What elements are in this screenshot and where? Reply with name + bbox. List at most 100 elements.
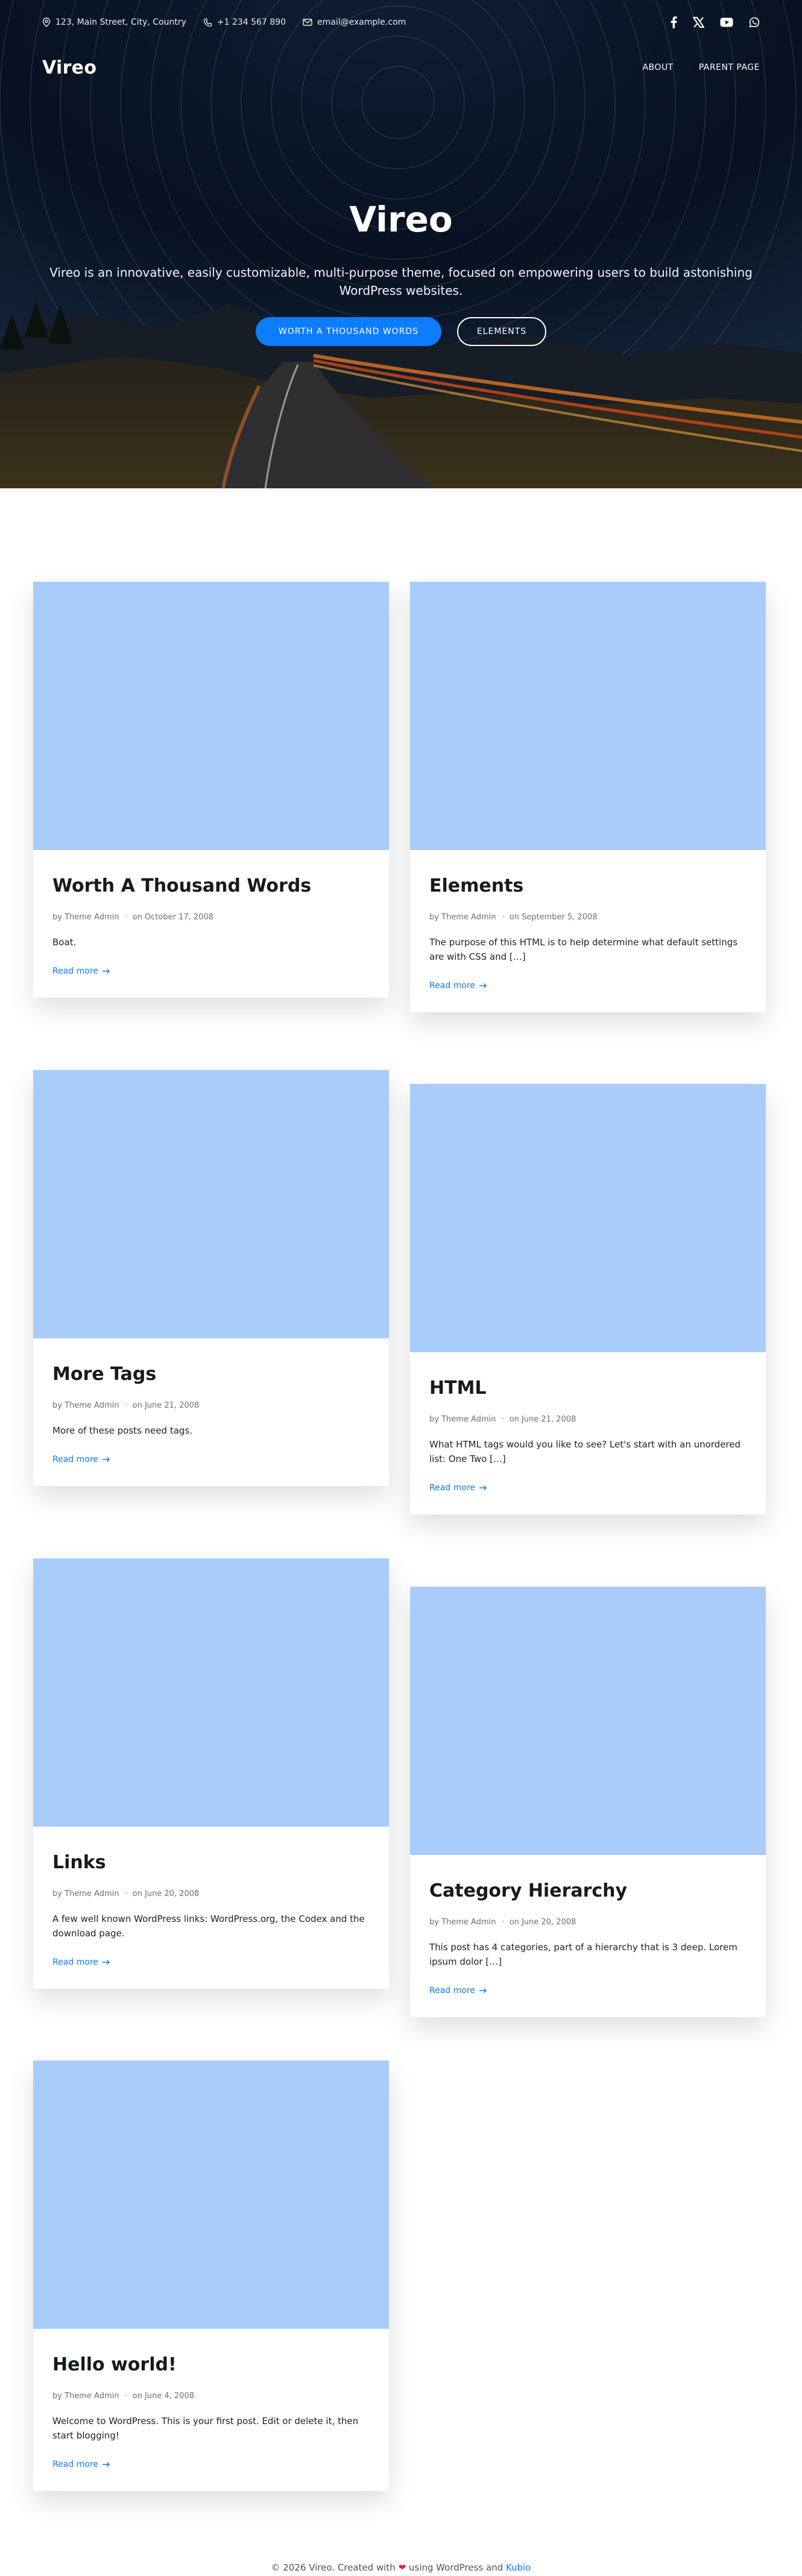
envelope-icon — [303, 19, 312, 26]
post-excerpt: This post has 4 categories, part of a hi… — [429, 1942, 737, 1967]
read-more-link[interactable]: Read more — [52, 2460, 370, 2469]
read-more-link[interactable]: Read more — [429, 981, 747, 990]
post-thumbnail[interactable] — [410, 582, 766, 850]
post-meta: by Theme Admin · on June 20, 2008 — [429, 1918, 576, 1927]
post-date[interactable]: on June 4, 2008 — [133, 2392, 194, 2401]
post-meta: by Theme Admin · on September 5, 2008 — [429, 913, 598, 922]
post-author[interactable]: by Theme Admin — [52, 913, 119, 922]
post-card: Elements by Theme Admin · on September 5, … — [410, 582, 766, 1012]
post-date[interactable]: on June 20, 2008 — [133, 1889, 200, 1898]
arrow-right-icon — [102, 1456, 110, 1463]
post-meta: by Theme Admin · on June 20, 2008 — [52, 1889, 200, 1898]
read-more-label: Read more — [52, 1957, 98, 1967]
footer-copyright: © 2026 Vireo. Created with — [271, 2562, 396, 2573]
main-menu: ABOUT PARENT PAGE — [642, 63, 760, 72]
post-thumbnail[interactable] — [33, 1558, 389, 1827]
post-thumbnail[interactable] — [33, 2061, 389, 2329]
read-more-label: Read more — [52, 1455, 98, 1464]
post-card: Links by Theme Admin · on June 20, 2008 A … — [33, 1558, 389, 1989]
arrow-right-icon — [102, 968, 110, 974]
post-meta: by Theme Admin · on June 21, 2008 — [52, 1401, 200, 1410]
read-more-link[interactable]: Read more — [52, 966, 370, 976]
read-more-label: Read more — [429, 1483, 475, 1493]
site-footer: © 2026 Vireo. Created with ❤ using WordP… — [0, 2562, 802, 2573]
post-excerpt: What HTML tags would you like to see? Le… — [429, 1439, 741, 1464]
contact-phone-text: +1 234 567 890 — [216, 17, 286, 27]
post-author[interactable]: by Theme Admin — [52, 1889, 119, 1898]
post-excerpt: A few well known WordPress links: WordPr… — [52, 1913, 365, 1939]
post-date[interactable]: on September 5, 2008 — [510, 913, 598, 922]
site-logo[interactable]: Vireo — [42, 57, 96, 78]
read-more-label: Read more — [52, 2460, 98, 2469]
read-more-link[interactable]: Read more — [52, 1455, 370, 1464]
post-excerpt: Boat. — [52, 937, 77, 948]
post-thumbnail[interactable] — [33, 582, 389, 850]
post-author[interactable]: by Theme Admin — [429, 1918, 496, 1927]
whatsapp-icon[interactable] — [749, 17, 760, 28]
location-pin-icon — [42, 17, 51, 27]
read-more-link[interactable]: Read more — [52, 1957, 370, 1967]
contact-address: 123, Main Street, City, Country — [42, 17, 186, 27]
facebook-icon[interactable] — [670, 16, 677, 28]
social-links — [670, 16, 760, 28]
post-excerpt: More of these posts need tags. — [52, 1425, 193, 1436]
heart-icon: ❤ — [398, 2562, 406, 2573]
hero-title: Vireo — [349, 199, 453, 240]
post-thumbnail[interactable] — [410, 1084, 766, 1352]
post-author[interactable]: by Theme Admin — [52, 2392, 119, 2401]
nav-item-about[interactable]: ABOUT — [642, 63, 673, 72]
post-title[interactable]: More Tags — [52, 1364, 370, 1385]
arrow-right-icon — [479, 983, 487, 989]
post-title[interactable]: Links — [52, 1852, 370, 1874]
post-date[interactable]: on June 20, 2008 — [510, 1918, 576, 1927]
post-title[interactable]: Hello world! — [52, 2354, 370, 2376]
footer-kubio-link[interactable]: Kubio — [506, 2562, 531, 2573]
arrow-right-icon — [102, 1959, 110, 1965]
footer-credit-text: using WordPress and — [408, 2562, 504, 2573]
x-icon[interactable] — [693, 17, 704, 28]
post-meta: by Theme Admin · on June 21, 2008 — [429, 1415, 576, 1424]
contact-phone[interactable]: +1 234 567 890 — [203, 17, 286, 27]
contact-email[interactable]: email@example.com — [303, 17, 406, 27]
contact-address-text: 123, Main Street, City, Country — [55, 17, 186, 27]
post-thumbnail[interactable] — [33, 1070, 389, 1338]
arrow-right-icon — [479, 1485, 487, 1491]
post-author[interactable]: by Theme Admin — [429, 1415, 496, 1424]
post-author[interactable]: by Theme Admin — [52, 1401, 119, 1410]
read-more-label: Read more — [52, 966, 98, 976]
read-more-link[interactable]: Read more — [429, 1483, 747, 1493]
main-navigation-row: Vireo ABOUT PARENT PAGE — [42, 55, 760, 80]
hero-buttons: WORTH A THOUSAND WORDS ELEMENTS — [0, 317, 802, 346]
post-meta: by Theme Admin · on October 17, 2008 — [52, 913, 213, 922]
hero-secondary-button[interactable]: ELEMENTS — [457, 317, 546, 346]
post-author[interactable]: by Theme Admin — [429, 913, 496, 922]
hero-section: 123, Main Street, City, Country +1 234 5… — [0, 0, 802, 488]
hero-primary-button[interactable]: WORTH A THOUSAND WORDS — [256, 317, 441, 346]
arrow-right-icon — [479, 1988, 487, 1994]
arrow-right-icon — [102, 2461, 110, 2467]
post-card: HTML by Theme Admin · on June 21, 2008 Wha… — [410, 1084, 766, 1514]
youtube-icon[interactable] — [720, 17, 733, 27]
post-title[interactable]: Worth A Thousand Words — [52, 875, 370, 897]
post-meta: by Theme Admin · on June 4, 2008 — [52, 2392, 195, 2401]
post-card: Category Hierarchy by Theme Admin · on Jun… — [410, 1587, 766, 2017]
read-more-label: Read more — [429, 1986, 475, 1995]
post-title[interactable]: Category Hierarchy — [429, 1880, 747, 1902]
post-thumbnail[interactable] — [410, 1587, 766, 1855]
post-card: Worth A Thousand Words by Theme Admin · on… — [33, 582, 389, 998]
post-card: Hello world! by Theme Admin · on June 4, 2… — [33, 2061, 389, 2491]
post-excerpt: Welcome to WordPress. This is your first… — [52, 2416, 359, 2441]
post-title[interactable]: Elements — [429, 875, 747, 897]
read-more-label: Read more — [429, 981, 475, 990]
post-date[interactable]: on October 17, 2008 — [133, 913, 213, 922]
post-excerpt: The purpose of this HTML is to help dete… — [429, 937, 738, 962]
post-date[interactable]: on June 21, 2008 — [510, 1415, 576, 1424]
nav-item-parent-page[interactable]: PARENT PAGE — [699, 63, 760, 72]
read-more-link[interactable]: Read more — [429, 1986, 747, 1995]
contact-email-text: email@example.com — [317, 17, 406, 27]
post-date[interactable]: on June 21, 2008 — [133, 1401, 200, 1410]
post-card: More Tags by Theme Admin · on June 21, 200… — [33, 1070, 389, 1486]
post-title[interactable]: HTML — [429, 1378, 747, 1399]
top-bar: 123, Main Street, City, Country +1 234 5… — [42, 13, 760, 31]
phone-icon — [203, 18, 212, 27]
